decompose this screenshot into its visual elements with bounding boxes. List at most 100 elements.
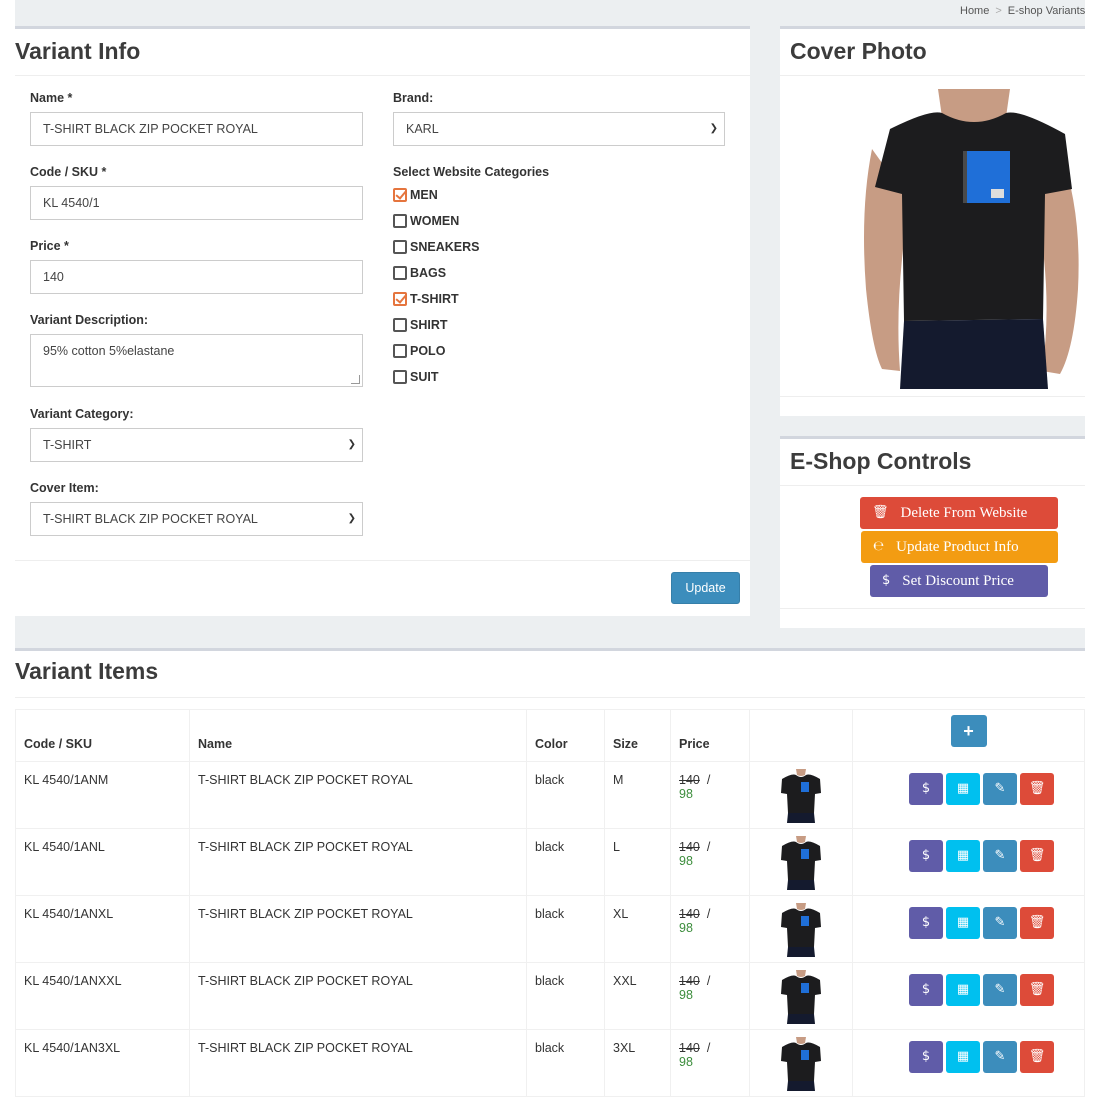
name-input[interactable]: T-SHIRT BLACK ZIP POCKET ROYAL (30, 112, 363, 146)
code-input[interactable]: KL 4540/1 (30, 186, 363, 220)
delete-button[interactable]: 🗑 (1020, 907, 1054, 939)
checkbox-unchecked-icon[interactable] (393, 318, 407, 332)
set-discount-button[interactable]: $ (909, 907, 943, 939)
variant-info-title: Variant Info (15, 38, 141, 64)
cell-image (749, 1029, 853, 1097)
category-checkbox-item[interactable]: POLO (393, 344, 445, 358)
update-product-info-button[interactable]: ℮ Update Product Info (861, 531, 1058, 563)
delete-button[interactable]: 🗑 (1020, 773, 1054, 805)
delete-button[interactable]: 🗑 (1020, 1041, 1054, 1073)
cover-item-select[interactable]: T-SHIRT BLACK ZIP POCKET ROYAL ❯ (30, 502, 363, 536)
brand-select[interactable]: KARL ❯ (393, 112, 725, 146)
dollar-icon: $ (921, 848, 931, 863)
checkbox-unchecked-icon[interactable] (393, 266, 407, 280)
checkbox-checked-icon[interactable] (393, 188, 407, 202)
cell-price: 140 / 98 (670, 828, 750, 896)
checkbox-unchecked-icon[interactable] (393, 370, 407, 384)
edit-icon: ✎ (994, 915, 1006, 930)
category-checkbox-item[interactable]: SHIRT (393, 318, 448, 332)
edit-button[interactable]: ✎ (983, 1041, 1017, 1073)
checkbox-unchecked-icon[interactable] (393, 240, 407, 254)
checkbox-checked-icon[interactable] (393, 292, 407, 306)
images-button[interactable]: ▦ (946, 907, 980, 939)
category-checkbox-item[interactable]: SNEAKERS (393, 240, 479, 254)
update-button[interactable]: Update (671, 572, 740, 604)
cell-actions: $ ▦ ✎ 🗑 (852, 895, 1085, 963)
plus-icon: + (963, 721, 974, 741)
category-label: BAGS (410, 266, 447, 280)
delete-button[interactable]: 🗑 (1020, 840, 1054, 872)
set-discount-button[interactable]: $ (909, 1041, 943, 1073)
image-icon: ▦ (956, 1049, 970, 1064)
cell-sku: KL 4540/1ANXXL (15, 962, 190, 1030)
edit-button[interactable]: ✎ (983, 773, 1017, 805)
original-price: 140 (679, 907, 700, 921)
resize-handle-icon[interactable] (351, 375, 360, 384)
tshirt-photo-icon (860, 89, 1085, 389)
images-button[interactable]: ▦ (946, 974, 980, 1006)
category-label: POLO (410, 344, 446, 358)
set-discount-button[interactable]: $ (909, 773, 943, 805)
category-select[interactable]: T-SHIRT ❯ (30, 428, 363, 462)
delete-from-website-button[interactable]: 🗑 Delete From Website (860, 497, 1058, 529)
category-checkbox-item[interactable]: BAGS (393, 266, 446, 280)
image-icon: ▦ (956, 848, 970, 863)
cell-price: 140 / 98 (670, 1029, 750, 1097)
cell-actions: $ ▦ ✎ 🗑 (852, 1029, 1085, 1097)
cell-sku: KL 4540/1ANL (15, 828, 190, 896)
set-discount-price-label: Set Discount Price (902, 573, 1014, 589)
images-button[interactable]: ▦ (946, 840, 980, 872)
edit-button[interactable]: ✎ (983, 907, 1017, 939)
cell-price: 140 / 98 (670, 962, 750, 1030)
description-label: Variant Description: (30, 313, 149, 327)
category-label: WOMEN (410, 214, 460, 228)
cover-photo-panel: Cover Photo (780, 26, 1085, 416)
variant-items-table: Code / SKU Name Color Size Price + KL 45… (15, 709, 1085, 1097)
image-icon: ▦ (956, 915, 970, 930)
original-price: 140 (679, 840, 700, 854)
cell-image (749, 761, 853, 829)
trash-icon: 🗑 (1028, 848, 1046, 863)
cover-item-label: Cover Item: (30, 481, 99, 495)
price-separator: / (706, 773, 711, 787)
cell-color: black (526, 1029, 605, 1097)
table-row: KL 4540/1AN3XL T-SHIRT BLACK ZIP POCKET R… (15, 1029, 1085, 1097)
images-button[interactable]: ▦ (946, 1041, 980, 1073)
checkbox-unchecked-icon[interactable] (393, 344, 407, 358)
edit-button[interactable]: ✎ (983, 840, 1017, 872)
cell-color: black (526, 828, 605, 896)
category-label: SUIT (410, 370, 439, 384)
delete-from-website-label: Delete From Website (900, 505, 1028, 521)
delete-button[interactable]: 🗑 (1020, 974, 1054, 1006)
price-separator: / (706, 907, 711, 921)
divider (780, 75, 1085, 76)
trash-icon: 🗑 (1028, 915, 1046, 930)
category-select-value: T-SHIRT (43, 438, 92, 452)
edit-icon: ✎ (994, 1049, 1006, 1064)
set-discount-button[interactable]: $ (909, 840, 943, 872)
column-header-name: Name (189, 709, 527, 762)
price-input[interactable]: 140 (30, 260, 363, 294)
category-checkbox-item[interactable]: SUIT (393, 370, 438, 384)
top-bar: Home > E-shop Variants (15, 0, 1085, 26)
price-label: Price * (30, 239, 69, 253)
set-discount-button[interactable]: $ (909, 974, 943, 1006)
column-header-size: Size (604, 709, 671, 762)
variant-thumbnail-icon (774, 1037, 828, 1091)
cell-name: T-SHIRT BLACK ZIP POCKET ROYAL (189, 828, 527, 896)
chevron-down-icon: ❯ (709, 123, 718, 134)
checkbox-unchecked-icon[interactable] (393, 214, 407, 228)
edit-button[interactable]: ✎ (983, 974, 1017, 1006)
images-button[interactable]: ▦ (946, 773, 980, 805)
category-checkbox-item[interactable]: MEN (393, 188, 438, 202)
discount-price: 98 (679, 787, 693, 801)
category-checkbox-item[interactable]: WOMEN (393, 214, 459, 228)
category-checkbox-item[interactable]: T-SHIRT (393, 292, 459, 306)
breadcrumb-home[interactable]: Home (960, 5, 989, 17)
variant-thumbnail-icon (774, 836, 828, 890)
website-categories-label: Select Website Categories (393, 165, 550, 179)
add-item-button[interactable]: + (950, 715, 987, 747)
description-textarea[interactable]: 95% cotton 5%elastane (30, 334, 363, 387)
table-row: KL 4540/1ANXL T-SHIRT BLACK ZIP POCKET RO… (15, 895, 1085, 963)
set-discount-price-button[interactable]: $ Set Discount Price (870, 565, 1048, 597)
